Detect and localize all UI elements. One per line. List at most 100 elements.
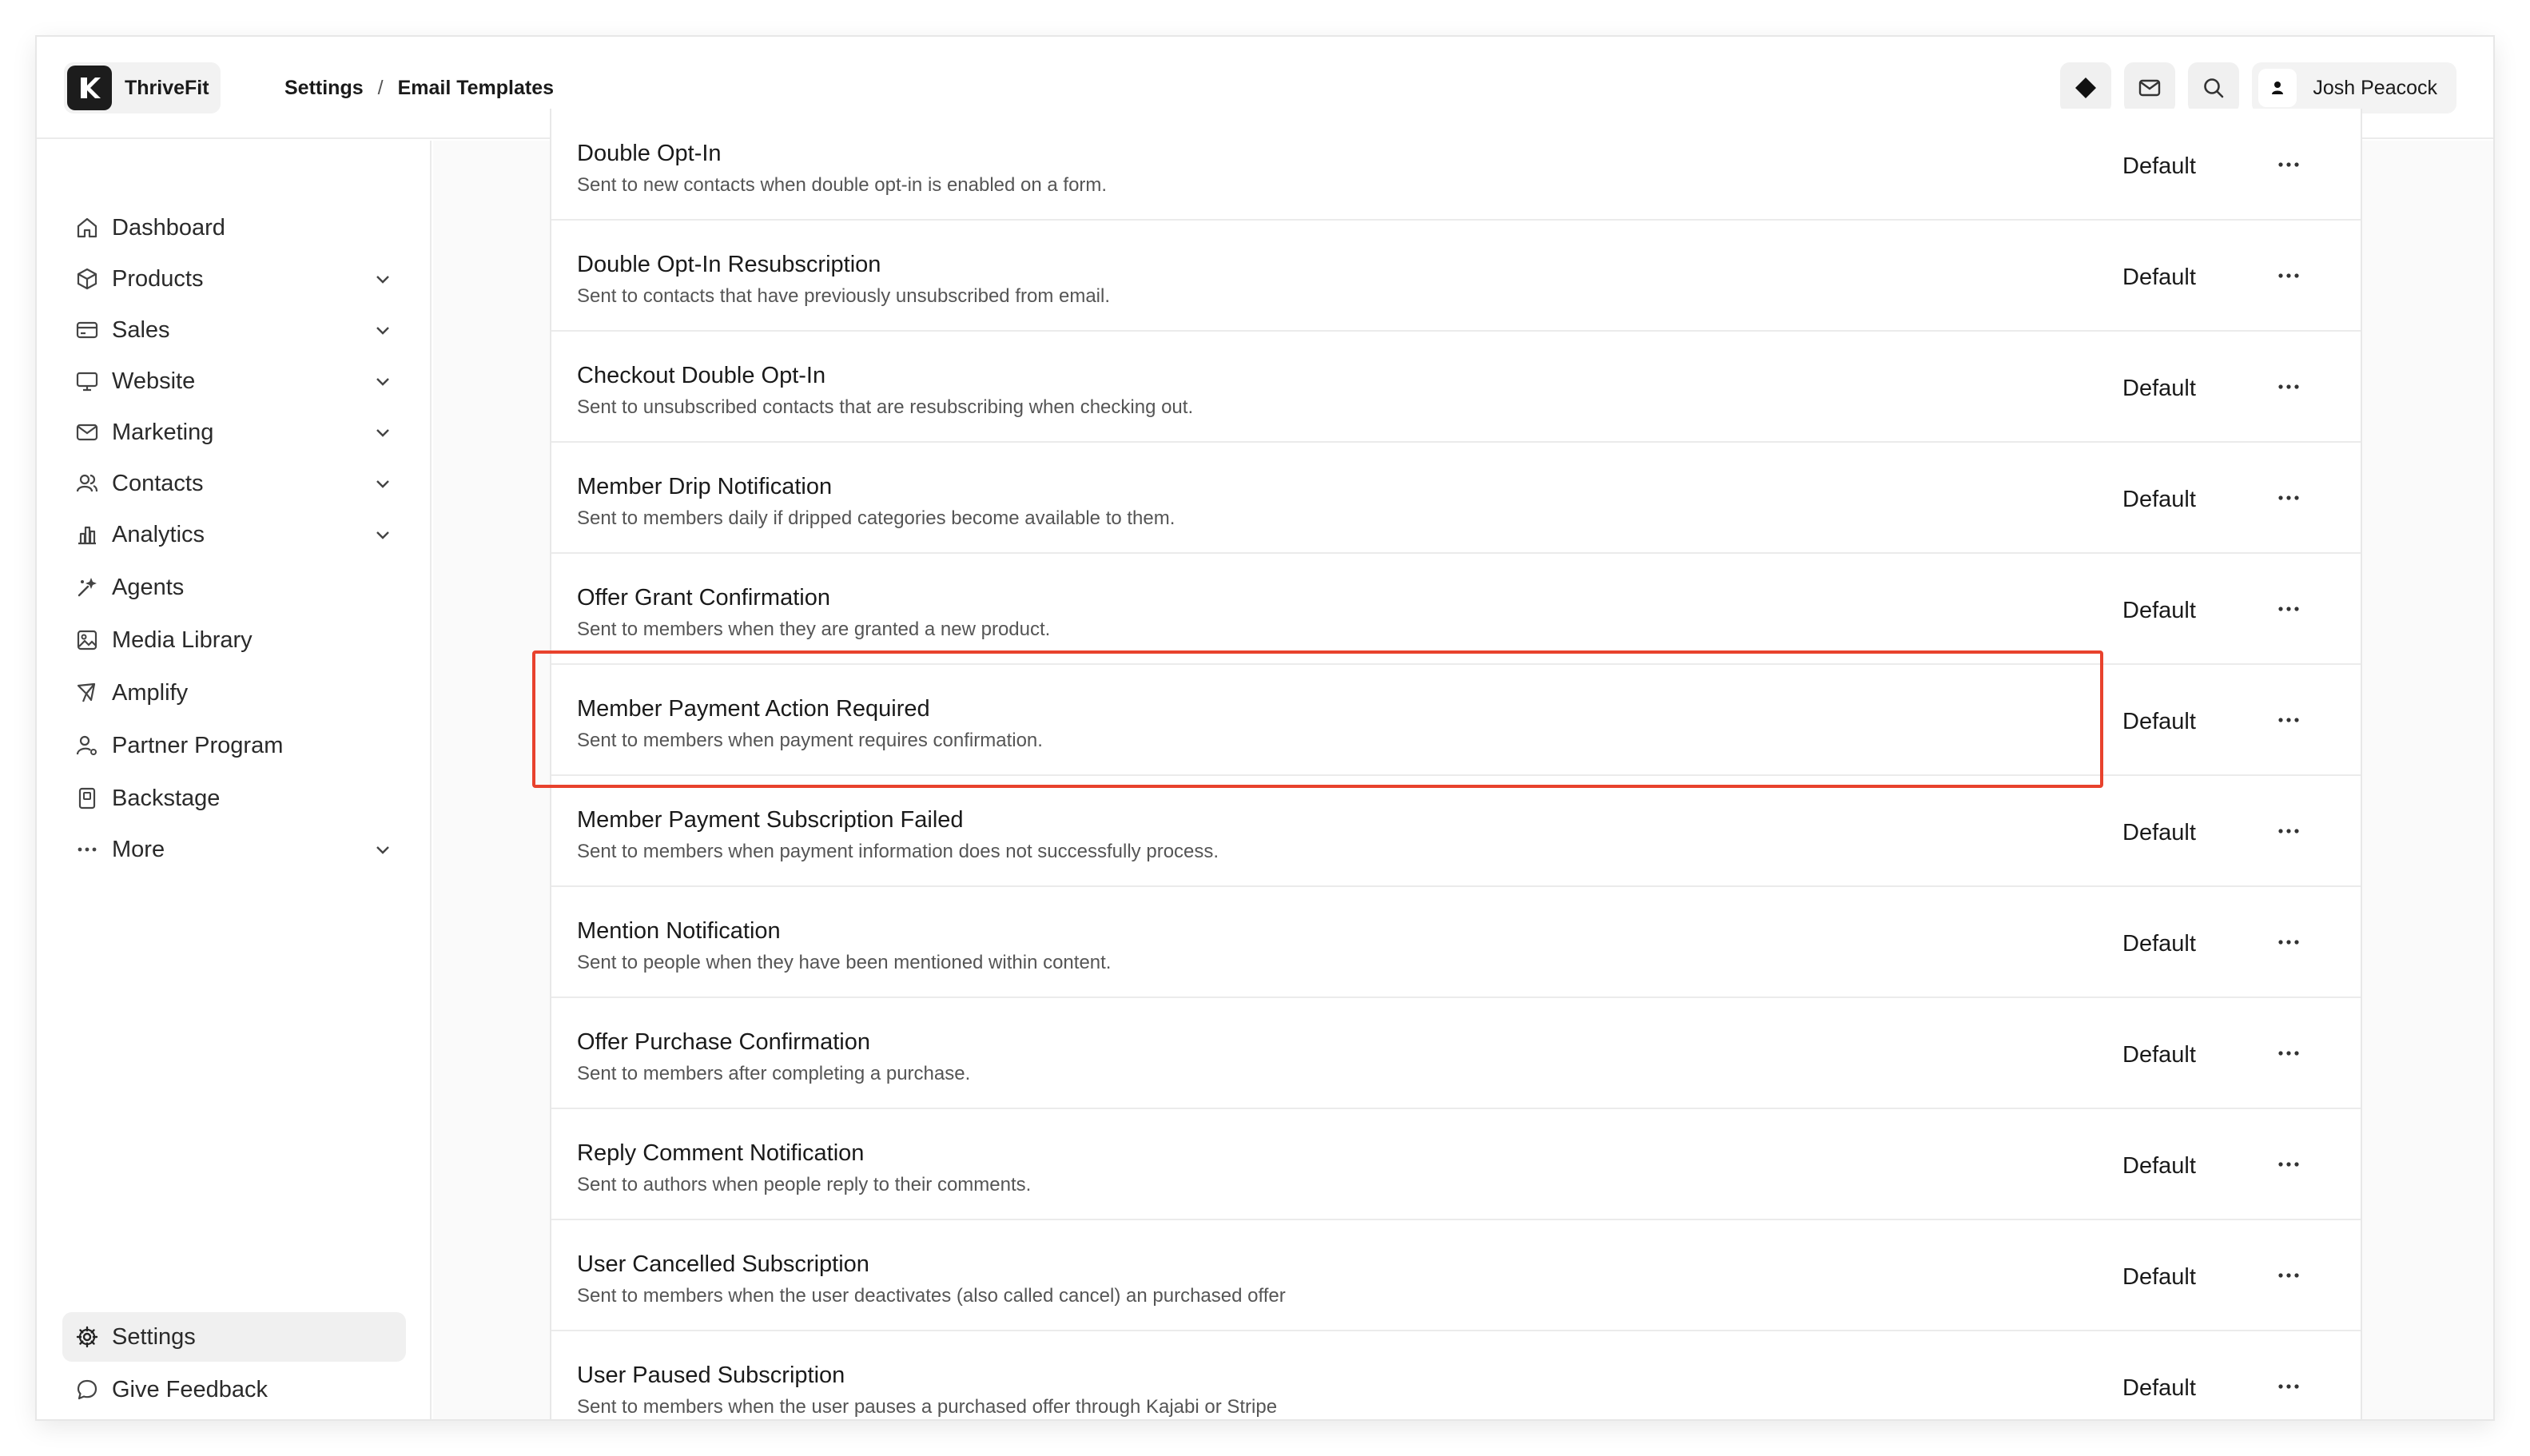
sidebar-item-label: Dashboard <box>112 214 225 241</box>
template-title[interactable]: Member Payment Subscription Failed <box>577 807 964 833</box>
breadcrumb: Settings / Email Templates <box>284 37 554 139</box>
box-icon <box>74 265 101 292</box>
template-description: Sent to new contacts when double opt-in … <box>577 174 1108 196</box>
sidebar-item-agents[interactable]: Agents <box>62 563 406 612</box>
template-description: Sent to unsubscribed contacts that are r… <box>577 396 1194 418</box>
chevron-down-icon[interactable] <box>371 267 395 291</box>
brand-name: ThriveFit <box>125 76 209 99</box>
template-row[interactable]: Double Opt-In Resubscription Sent to cont… <box>551 220 2361 332</box>
template-status: Default <box>2122 487 2196 512</box>
template-status: Default <box>2122 265 2196 290</box>
more-options-icon[interactable] <box>2271 1150 2306 1179</box>
sidebar-item-marketing[interactable]: Marketing <box>62 408 406 457</box>
template-row[interactable]: Member Drip Notification Sent to members … <box>551 442 2361 554</box>
users-icon <box>74 470 101 497</box>
inbox-button[interactable] <box>2124 62 2176 113</box>
more-options-icon[interactable] <box>2271 1261 2306 1290</box>
template-description: Sent to people when they have been menti… <box>577 952 1112 973</box>
sidebar-item-website[interactable]: Website <box>62 356 406 406</box>
chevron-down-icon[interactable] <box>371 837 395 861</box>
template-title[interactable]: Member Payment Action Required <box>577 696 930 722</box>
sidebar-item-label: More <box>112 836 165 862</box>
sidebar-item-products[interactable]: Products <box>62 254 406 304</box>
sidebar-item-media-library[interactable]: Media Library <box>62 615 406 665</box>
sidebar-item-label: Contacts <box>112 470 204 496</box>
gear-icon <box>74 1323 101 1351</box>
diamond-button[interactable] <box>2060 62 2112 113</box>
sidebar-item-label: Marketing <box>112 419 214 445</box>
template-title[interactable]: Checkout Double Opt-In <box>577 363 825 389</box>
template-title[interactable]: Reply Comment Notification <box>577 1140 864 1167</box>
sidebar-item-sales[interactable]: Sales <box>62 305 406 355</box>
chevron-down-icon[interactable] <box>371 471 395 495</box>
sidebar-item-label: Settings <box>112 1323 196 1350</box>
sidebar-item-label: Backstage <box>112 785 221 811</box>
sidebar-item-more[interactable]: More <box>62 825 406 874</box>
more-options-icon[interactable] <box>2271 595 2306 623</box>
more-options-icon[interactable] <box>2271 150 2306 179</box>
sidebar-item-settings[interactable]: Settings <box>62 1312 406 1362</box>
sidebar-item-contacts[interactable]: Contacts <box>62 459 406 508</box>
more-options-icon[interactable] <box>2271 1372 2306 1401</box>
sidebar-item-label: Agents <box>112 574 185 600</box>
sidebar-item-label: Website <box>112 368 196 394</box>
template-status: Default <box>2122 709 2196 734</box>
template-status: Default <box>2122 1375 2196 1401</box>
template-row[interactable]: Member Payment Action Required Sent to me… <box>551 664 2361 776</box>
email-templates-list: Double Opt-In Sent to new contacts when d… <box>550 109 2362 1419</box>
sidebar-item-partner-program[interactable]: Partner Program <box>62 721 406 770</box>
chevron-down-icon[interactable] <box>371 523 395 547</box>
sidebar-item-dashboard[interactable]: Dashboard <box>62 203 406 253</box>
search-button[interactable] <box>2188 62 2240 113</box>
brand-switcher[interactable]: ThriveFit <box>64 62 221 113</box>
user-menu-button[interactable]: Josh Peacock <box>2252 62 2456 113</box>
template-title[interactable]: Double Opt-In <box>577 141 722 167</box>
bar-chart-icon <box>74 521 101 548</box>
more-options-icon[interactable] <box>2271 483 2306 512</box>
chevron-down-icon[interactable] <box>371 369 395 393</box>
template-row[interactable]: Reply Comment Notification Sent to author… <box>551 1108 2361 1220</box>
chevron-down-icon[interactable] <box>371 318 395 342</box>
template-title[interactable]: Offer Grant Confirmation <box>577 585 830 611</box>
more-options-icon[interactable] <box>2271 706 2306 734</box>
sidebar-item-label: Give Feedback <box>112 1376 269 1402</box>
template-row[interactable]: User Paused Subscription Sent to members … <box>551 1331 2361 1419</box>
template-title[interactable]: User Paused Subscription <box>577 1363 845 1389</box>
more-options-icon[interactable] <box>2271 817 2306 845</box>
template-row[interactable]: Mention Notification Sent to people when … <box>551 886 2361 998</box>
sidebar-item-analytics[interactable]: Analytics <box>62 510 406 559</box>
sidebar-item-label: Partner Program <box>112 732 284 758</box>
template-row[interactable]: User Cancelled Subscription Sent to membe… <box>551 1219 2361 1331</box>
sidebar-item-give-feedback[interactable]: Give Feedback <box>62 1365 406 1414</box>
template-description: Sent to members when payment requires co… <box>577 730 1043 751</box>
user-icon <box>2272 82 2284 94</box>
template-row[interactable]: Offer Purchase Confirmation Sent to membe… <box>551 997 2361 1109</box>
template-row[interactable]: Double Opt-In Sent to new contacts when d… <box>551 109 2361 221</box>
more-options-icon[interactable] <box>2271 261 2306 290</box>
sidebar-item-label: Analytics <box>112 521 205 547</box>
monitor-icon <box>74 368 101 395</box>
template-row[interactable]: Offer Grant Confirmation Sent to members … <box>551 553 2361 665</box>
template-title[interactable]: Offer Purchase Confirmation <box>577 1029 870 1056</box>
chevron-down-icon[interactable] <box>371 420 395 444</box>
mail-icon <box>74 419 101 446</box>
sidebar-item-label: Sales <box>112 316 170 343</box>
template-row[interactable]: Member Payment Subscription Failed Sent t… <box>551 775 2361 887</box>
template-status: Default <box>2122 376 2196 401</box>
template-title[interactable]: Double Opt-In Resubscription <box>577 252 881 278</box>
template-title[interactable]: Mention Notification <box>577 918 781 945</box>
more-options-icon[interactable] <box>2271 372 2306 401</box>
template-title[interactable]: Member Drip Notification <box>577 474 832 500</box>
template-description: Sent to members when the user deactivate… <box>577 1285 1286 1307</box>
template-row[interactable]: Checkout Double Opt-In Sent to unsubscrib… <box>551 331 2361 443</box>
sidebar-item-backstage[interactable]: Backstage <box>62 774 406 823</box>
breadcrumb-settings[interactable]: Settings <box>284 77 364 100</box>
more-options-icon[interactable] <box>2271 1039 2306 1068</box>
sparkle-icon <box>74 574 101 601</box>
sidebar-item-amplify[interactable]: Amplify <box>62 668 406 718</box>
backstage-icon <box>74 785 101 812</box>
more-options-icon[interactable] <box>2271 928 2306 957</box>
template-status: Default <box>2122 1153 2196 1179</box>
template-title[interactable]: User Cancelled Subscription <box>577 1251 869 1278</box>
search-icon <box>2204 78 2224 98</box>
